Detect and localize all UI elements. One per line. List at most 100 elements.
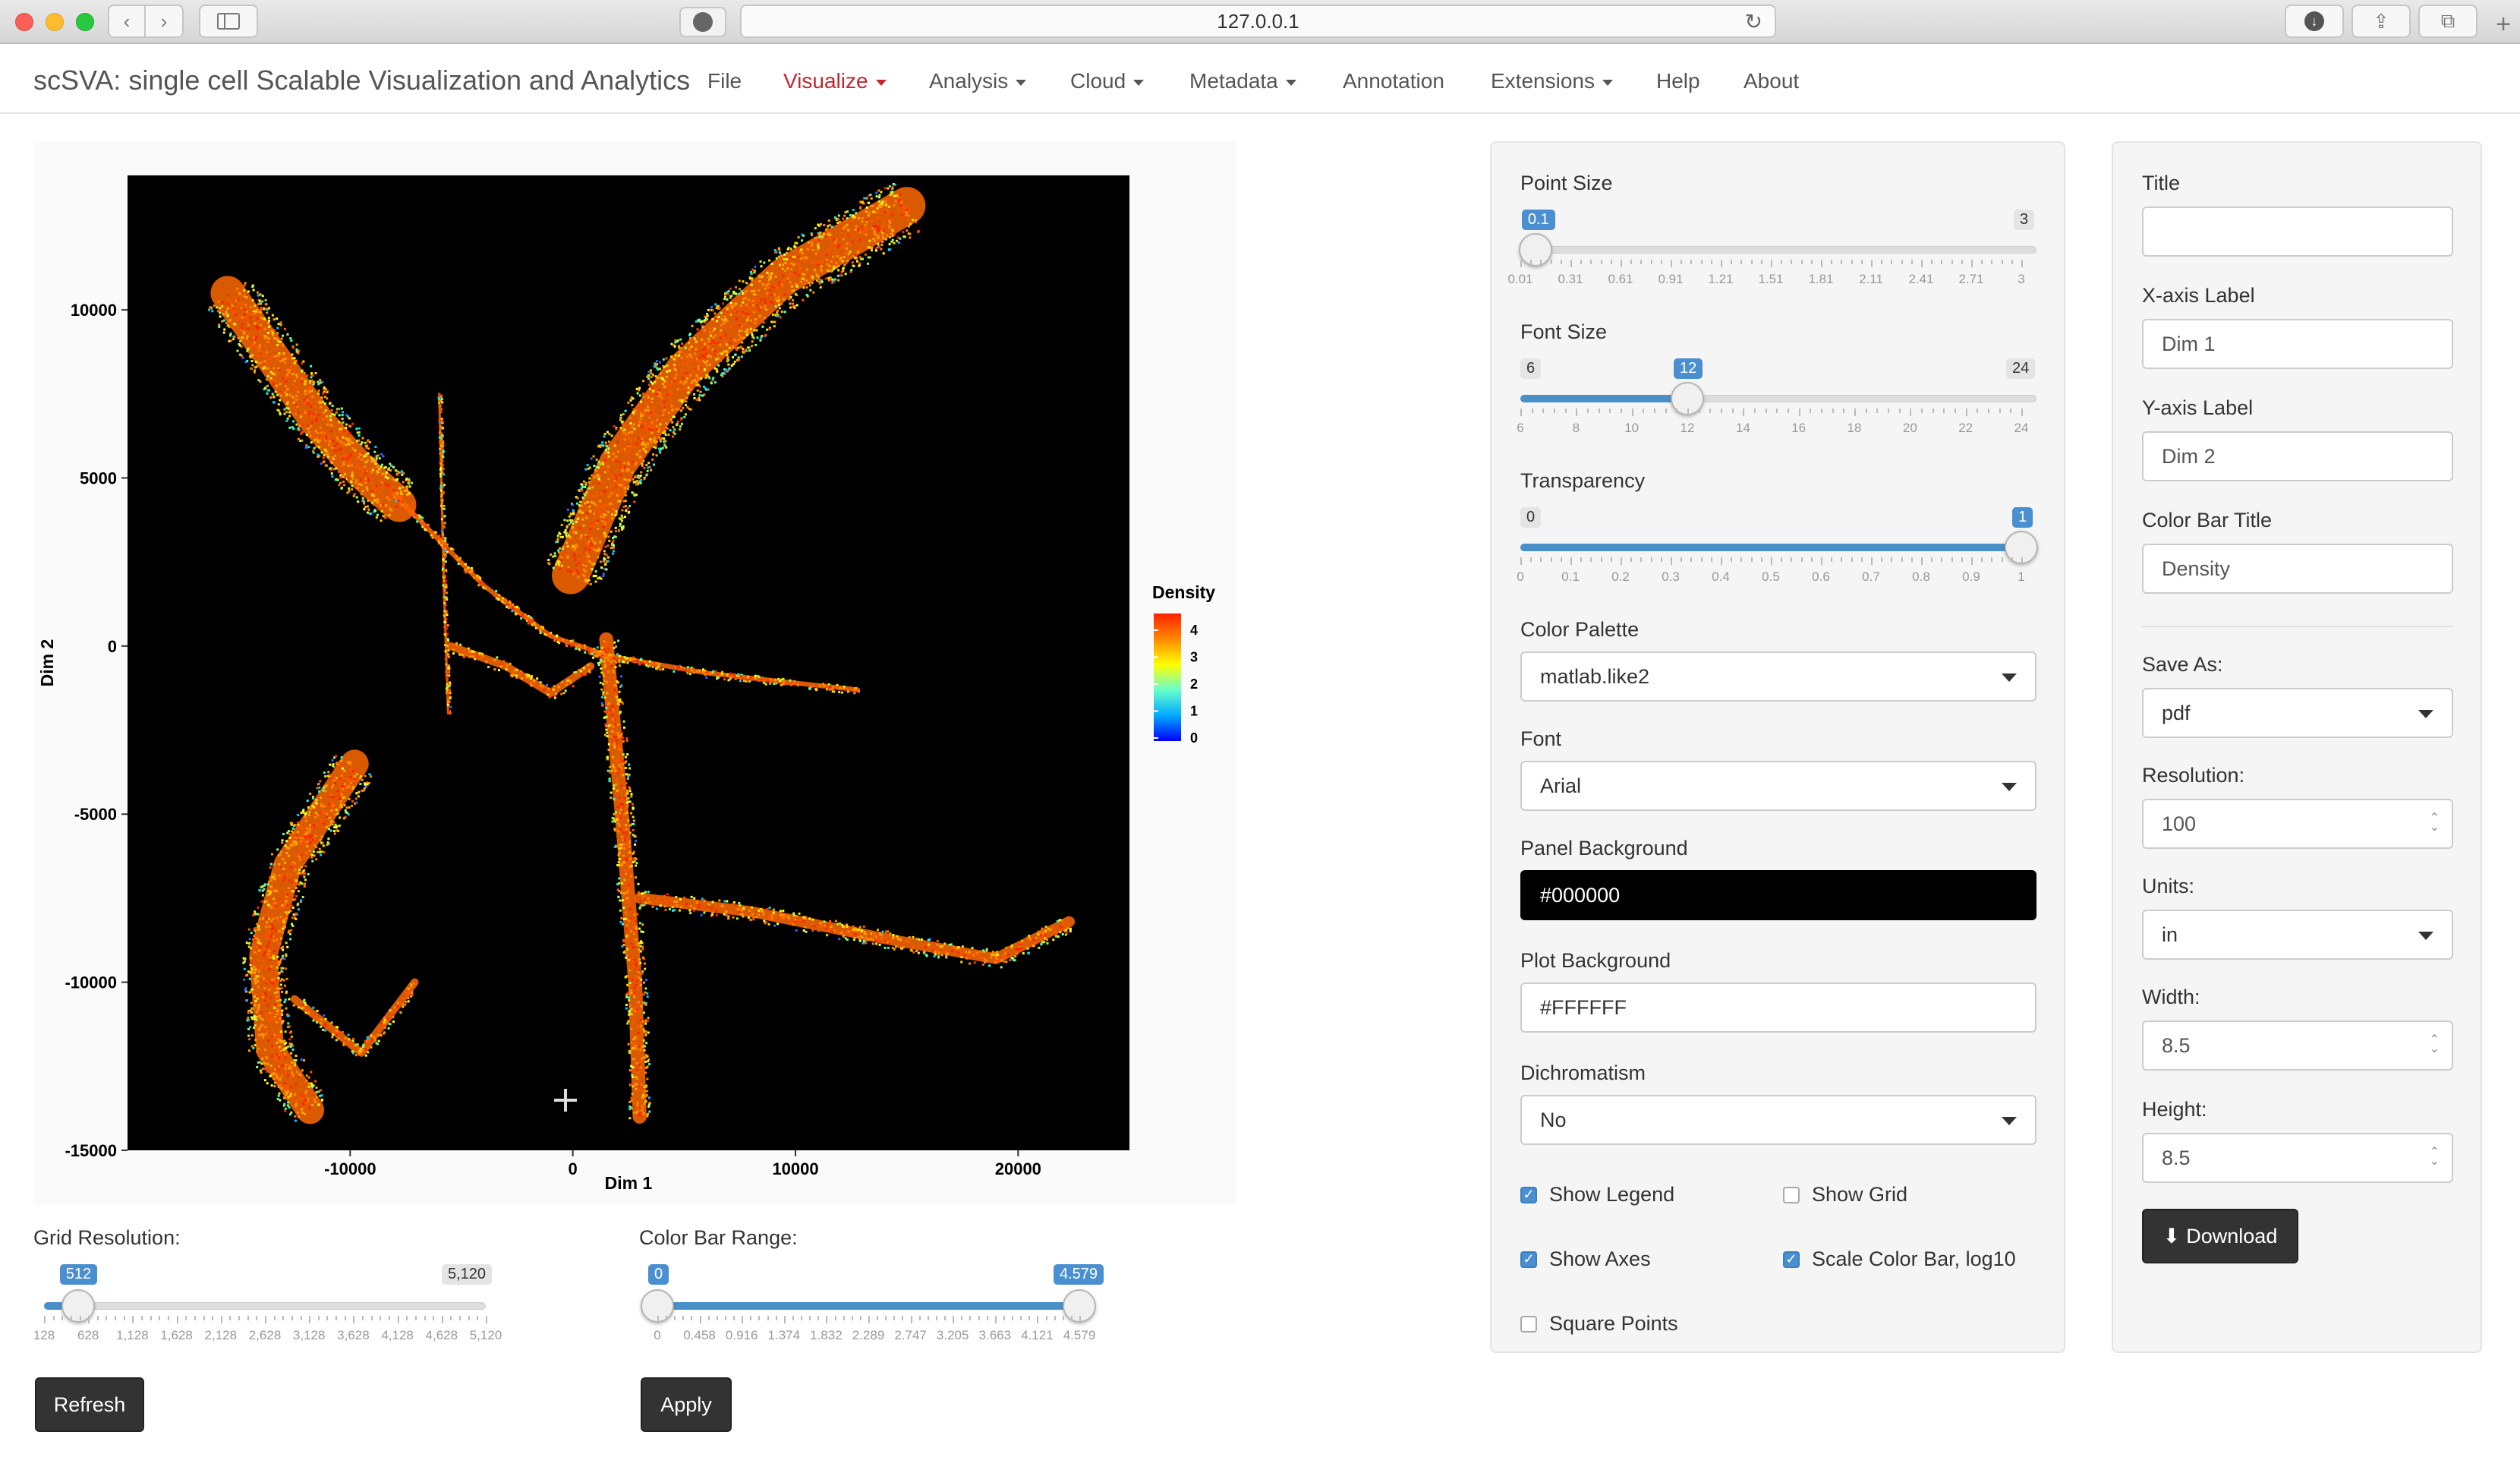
- density-point: [681, 342, 684, 345]
- nav-item-help[interactable]: Help: [1656, 69, 1700, 93]
- density-point: [732, 363, 735, 366]
- density-point: [329, 418, 332, 421]
- nav-item-metadata[interactable]: Metadata: [1189, 69, 1296, 93]
- sidebar-toggle-button[interactable]: [199, 5, 258, 38]
- tabs-overview-button[interactable]: ⧉: [2418, 5, 2477, 38]
- density-point: [345, 806, 348, 809]
- density-point: [288, 415, 291, 418]
- density-point: [271, 853, 273, 856]
- density-point: [256, 952, 259, 955]
- density-point: [685, 372, 688, 375]
- density-point: [994, 960, 997, 964]
- density-point: [572, 544, 575, 547]
- close-window-button[interactable]: [15, 13, 33, 31]
- density-point: [1037, 930, 1040, 933]
- density-point: [855, 929, 858, 932]
- density-point: [241, 286, 244, 289]
- density-point: [253, 341, 256, 344]
- nav-item-annotation[interactable]: Annotation: [1343, 69, 1444, 93]
- density-point: [610, 547, 613, 550]
- density-point: [573, 548, 576, 551]
- forward-button[interactable]: ›: [146, 5, 184, 38]
- density-point: [663, 905, 666, 908]
- density-point: [354, 481, 358, 484]
- density-point: [605, 568, 608, 571]
- density-point: [285, 942, 288, 945]
- density-point: [788, 263, 791, 267]
- density-point: [628, 999, 631, 1001]
- density-point: [636, 942, 639, 945]
- density-point: [843, 256, 846, 259]
- density-point: [868, 239, 871, 242]
- density-point: [557, 549, 560, 552]
- density-point: [613, 646, 616, 649]
- density-point: [811, 929, 814, 932]
- density-point: [745, 349, 748, 352]
- density-point: [648, 416, 651, 419]
- density-point: [275, 929, 278, 932]
- density-point: [745, 333, 748, 336]
- density-point: [997, 959, 1000, 962]
- density-point: [818, 235, 821, 238]
- density-point: [676, 904, 679, 907]
- density-point: [902, 946, 905, 949]
- density-point: [612, 508, 615, 511]
- minimize-window-button[interactable]: [46, 13, 64, 31]
- density-point: [246, 335, 249, 338]
- density-point: [317, 413, 320, 416]
- density-point: [286, 333, 289, 336]
- density-point: [290, 1052, 293, 1055]
- density-point: [378, 457, 381, 460]
- downloads-button[interactable]: ↓: [2285, 5, 2344, 38]
- density-point: [308, 391, 311, 394]
- density-point: [625, 801, 628, 804]
- nav-item-visualize[interactable]: Visualize: [783, 69, 887, 93]
- density-point: [807, 241, 810, 244]
- density-point: [1057, 935, 1060, 938]
- nav-item-about[interactable]: About: [1744, 69, 1799, 93]
- address-bar[interactable]: 127.0.0.1 ↻: [740, 5, 1776, 38]
- nav-item-file[interactable]: File: [707, 69, 742, 93]
- density-point: [239, 344, 241, 347]
- share-button[interactable]: ⇪: [2351, 5, 2411, 38]
- density-point: [750, 678, 753, 681]
- density-point: [905, 211, 908, 213]
- maximize-window-button[interactable]: [76, 13, 94, 31]
- density-point: [614, 723, 617, 726]
- density-point: [985, 960, 988, 963]
- density-point: [329, 402, 332, 405]
- density-point: [638, 976, 641, 979]
- density-point: [376, 454, 380, 457]
- density-point: [232, 307, 235, 310]
- back-button[interactable]: ‹: [108, 5, 146, 38]
- density-point: [704, 340, 707, 343]
- density-point: [619, 449, 622, 453]
- density-point: [700, 913, 703, 916]
- density-point: [819, 282, 821, 285]
- density-point: [846, 223, 849, 226]
- density-point: [271, 1045, 274, 1048]
- density-point: [374, 509, 376, 513]
- app-brand[interactable]: scSVA: single cell Scalable Visualizatio…: [33, 65, 690, 96]
- new-tab-button[interactable]: +: [2490, 11, 2517, 38]
- density-point: [665, 426, 667, 429]
- density-point: [632, 1018, 635, 1021]
- density-point: [350, 781, 352, 784]
- density-point: [663, 437, 666, 440]
- density-point: [741, 909, 743, 912]
- density-point: [273, 329, 276, 332]
- density-point: [833, 687, 836, 690]
- extension-button[interactable]: [679, 7, 726, 37]
- density-point: [627, 1020, 630, 1023]
- density-point: [623, 800, 626, 803]
- density-point: [618, 800, 621, 803]
- density-point: [861, 220, 864, 222]
- density-point: [609, 681, 612, 683]
- nav-item-analysis[interactable]: Analysis: [929, 69, 1027, 93]
- density-point: [630, 1096, 633, 1099]
- density-point: [618, 877, 621, 880]
- nav-item-extensions[interactable]: Extensions: [1491, 69, 1613, 93]
- reload-icon[interactable]: ↻: [1745, 9, 1762, 34]
- nav-item-cloud[interactable]: Cloud: [1070, 69, 1145, 93]
- density-point: [666, 893, 669, 896]
